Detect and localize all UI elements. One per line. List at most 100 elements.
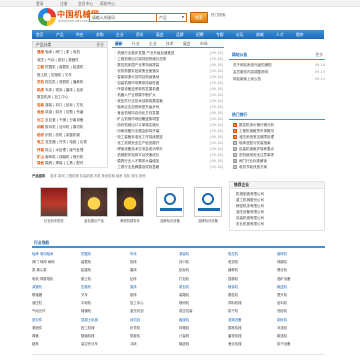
- nav-item[interactable]: 招聘: [196, 32, 204, 38]
- logo-icon[interactable]: [38, 8, 56, 26]
- directory-link[interactable]: 镗床: [130, 285, 176, 289]
- directory-link[interactable]: 装箱机: [179, 293, 225, 297]
- news-item[interactable]: · 化工机械安全生产检查展开 [09-16]: [115, 141, 223, 146]
- directory-link[interactable]: 喷码机: [179, 301, 225, 305]
- news-item[interactable]: · 包装机械市场需求持续旺盛 [09-16]: [115, 81, 223, 86]
- directory-link[interactable]: 贴标机: [179, 268, 225, 272]
- directory-link[interactable]: 真空包装: [179, 309, 225, 313]
- directory-link[interactable]: 激光切割: [130, 309, 176, 313]
- tab-tech[interactable]: 技术: [166, 41, 174, 47]
- directory-link[interactable]: 浮选机: [277, 326, 323, 330]
- nav-item[interactable]: 商城: [256, 32, 264, 38]
- news-item[interactable]: · 电工装备标准化工作持续推进 [09-16]: [115, 135, 223, 140]
- directory-link[interactable]: 阀门 球阀 闸阀: [32, 260, 78, 264]
- directory-link[interactable]: 封箱机: [179, 326, 225, 330]
- directory-link[interactable]: 摊铺机: [81, 309, 127, 313]
- sidebar-row[interactable]: 食品 烘焙 | 制冷 | 切割 | 杀菌: [37, 110, 109, 114]
- directory-link[interactable]: 平地机: [81, 301, 127, 305]
- nav-item[interactable]: 品牌: [176, 32, 184, 38]
- directory-link[interactable]: 气动元件: [32, 309, 78, 313]
- directory-link[interactable]: 球磨机: [277, 260, 323, 264]
- directory-link[interactable]: 渔业机械: [228, 342, 274, 346]
- search-category-select[interactable]: 产品 ▼: [157, 13, 187, 22]
- news-item[interactable]: · 机械行业稳步发展 产业升级加速推进 [09-16]: [115, 51, 223, 56]
- directory-link[interactable]: 给料机: [277, 301, 323, 305]
- news-item[interactable]: · 矿山机械市场回暖迹象明显 [09-16]: [115, 117, 223, 122]
- directory-link[interactable]: 磨床: [130, 268, 176, 272]
- nav-item[interactable]: 首页: [36, 32, 44, 38]
- ranking-item[interactable]: 4 轴承选型与安装指南: [233, 141, 325, 145]
- directory-link[interactable]: 线切割: [130, 318, 176, 322]
- directory-link[interactable]: 折弯机: [130, 326, 176, 330]
- nav-item[interactable]: 图库: [296, 32, 304, 38]
- directory-link[interactable]: 园林机械: [228, 326, 274, 330]
- tab-market[interactable]: 市场: [200, 41, 208, 47]
- news-item[interactable]: · 农机购置补贴政策全面落实 [09-16]: [115, 69, 223, 74]
- directory-link[interactable]: 灌溉设备: [228, 318, 274, 322]
- notice-more-link[interactable]: 更多: [315, 52, 323, 58]
- directory-link[interactable]: 植保机: [228, 285, 274, 289]
- sidebar-row[interactable]: 机床 车床 | 铣床 | 磨床 | 钻床: [37, 88, 109, 92]
- product-thumbnail[interactable]: [40, 187, 68, 217]
- nav-item[interactable]: 展会: [156, 32, 164, 38]
- directory-link[interactable]: 计量秤: [179, 334, 225, 338]
- news-item[interactable]: · 焊接设备技术交流会成功举办 [09-16]: [115, 147, 223, 152]
- company-link[interactable]: 农业机械有限公司: [236, 222, 264, 226]
- news-item[interactable]: · 工具行业品牌建设成效显著 [09-16]: [115, 165, 223, 170]
- directory-link[interactable]: 拖拉机: [228, 252, 274, 256]
- directory-link[interactable]: 电机 伺服电机: [32, 277, 78, 281]
- thumbnail-caption[interactable]: 金色展示产品: [77, 219, 111, 223]
- company-link[interactable]: 包装机械有限公司: [236, 216, 264, 220]
- login-link[interactable]: 登录: [36, 1, 44, 7]
- search-button[interactable]: 搜索: [190, 12, 208, 23]
- directory-link[interactable]: 筛分机: [277, 268, 323, 272]
- directory-link[interactable]: 泵 离心泵: [32, 268, 78, 272]
- directory-link[interactable]: 紧固件: [32, 326, 78, 330]
- sidebar-row[interactable]: 包装 灌装 | 封口 | 贴标 | 打包: [37, 103, 109, 107]
- nav-item[interactable]: 产品: [56, 32, 64, 38]
- nav-item[interactable]: 人才: [276, 32, 284, 38]
- ranking-item[interactable]: 8 电机节能改造方案: [233, 165, 325, 169]
- directory-link[interactable]: 铣床: [130, 260, 176, 264]
- directory-link[interactable]: 联轴器: [32, 293, 78, 297]
- directory-link[interactable]: 高空作业车: [81, 342, 127, 346]
- directory-link[interactable]: 制砂机: [277, 318, 323, 322]
- directory-link[interactable]: 剪板机: [130, 334, 176, 338]
- sidebar-row[interactable]: 农机 拖拉机 | 收割机 | 播种机: [37, 80, 109, 84]
- directory-link[interactable]: 打包机: [179, 277, 225, 281]
- directory-link[interactable]: 压路机: [81, 285, 127, 289]
- thumbnail-caption[interactable]: 红色机车配件: [37, 219, 71, 223]
- sidebar-row[interactable]: 环保 除尘 | 水处理 | 废气处理: [37, 148, 109, 152]
- ranking-item[interactable]: 5 包装机械维护保养要点: [233, 147, 325, 151]
- search-input[interactable]: 请输入关键词: [89, 13, 157, 22]
- directory-link[interactable]: 车床: [130, 252, 176, 256]
- ranking-item[interactable]: 1 数控机床价格行情分析: [233, 123, 325, 127]
- directory-link[interactable]: 加工中心: [130, 301, 176, 305]
- directory-link[interactable]: 烘干机: [228, 309, 274, 313]
- ranking-item[interactable]: 3 液压系统常见故障处理: [233, 135, 325, 139]
- news-item[interactable]: · 工程机械出口保持较快增长态势 [09-16]: [115, 57, 223, 62]
- directory-link[interactable]: 叉车: [81, 293, 127, 297]
- directory-link[interactable]: 刨床: [130, 293, 176, 297]
- directory-link[interactable]: 选矿设备: [277, 277, 323, 281]
- thumbnail-caption[interactable]: 黄铜机械零件: [113, 219, 147, 223]
- ranking-item[interactable]: 6 农机使用安全注意事项: [233, 153, 325, 157]
- directory-link[interactable]: 链条: [32, 342, 78, 346]
- company-link[interactable]: 液压设备有限公司: [236, 210, 264, 214]
- notice-item[interactable]: 网站新版上线公告 09-14: [233, 77, 325, 81]
- sidebar-row[interactable]: 液压 | 气动 | 密封 | 紧固件: [37, 58, 109, 62]
- directory-link[interactable]: 减速机: [32, 285, 78, 289]
- news-item[interactable]: · 智能制造示范项目陆续落地 [09-16]: [115, 75, 223, 80]
- directory-link[interactable]: 破碎机: [277, 252, 323, 256]
- news-item[interactable]: · 机械配件电商平台快速成长 [09-16]: [115, 153, 223, 158]
- register-link[interactable]: 注册: [60, 1, 68, 7]
- sidebar-row[interactable]: 纺织 织机 | 纺机 | 染整机械: [37, 133, 109, 137]
- directory-link[interactable]: 钻床: [130, 277, 176, 281]
- sidebar-row[interactable]: 电工 变压器 | 开关 | 电缆 | 仪表: [37, 140, 109, 144]
- company-link[interactable]: 精密机床有限公司: [236, 204, 264, 208]
- product-thumbnail[interactable]: [80, 187, 108, 217]
- thumbnail-caption[interactable]: 品牌标识设备: [153, 219, 187, 223]
- directory-link[interactable]: 混凝土机械: [81, 318, 127, 322]
- help-center-link[interactable]: 帮助中心: [100, 1, 115, 7]
- news-item[interactable]: · 模具行业人才需求大幅增加 [09-16]: [115, 159, 223, 164]
